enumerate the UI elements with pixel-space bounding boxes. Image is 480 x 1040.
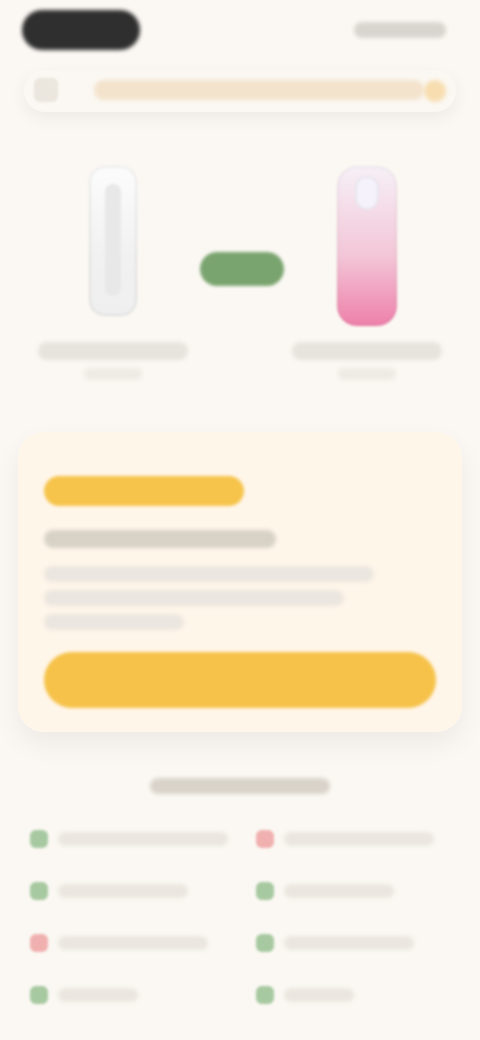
- features-grid: [24, 820, 456, 1030]
- feature-label: [284, 936, 414, 950]
- check-icon: [30, 830, 48, 848]
- feature-item: [24, 820, 230, 860]
- feature-label: [284, 884, 394, 898]
- back-icon[interactable]: [34, 78, 58, 102]
- product-comparison: [0, 140, 480, 400]
- promo-description-line: [44, 614, 184, 630]
- product-image-right: [337, 166, 397, 326]
- check-icon: [30, 986, 48, 1004]
- features-row: [24, 924, 456, 964]
- status-indicators: [354, 22, 446, 38]
- product-name-right: [292, 342, 442, 360]
- feature-item: [250, 872, 456, 912]
- product-subtitle-left: [84, 368, 142, 380]
- product-image-left: [89, 166, 137, 316]
- feature-label: [58, 936, 208, 950]
- promo-card: [18, 432, 462, 732]
- feature-label: [58, 884, 188, 898]
- promo-description-line: [44, 590, 344, 606]
- product-name-left: [38, 342, 188, 360]
- feature-label: [58, 988, 138, 1002]
- product-card-left[interactable]: [28, 156, 198, 386]
- feature-label: [284, 988, 354, 1002]
- search-input[interactable]: [94, 80, 424, 100]
- check-icon: [30, 882, 48, 900]
- check-icon: [256, 934, 274, 952]
- status-bar: [0, 0, 480, 64]
- features-row: [24, 976, 456, 1016]
- check-icon: [256, 986, 274, 1004]
- promo-description-line: [44, 566, 374, 582]
- cross-icon: [30, 934, 48, 952]
- promo-badge: [44, 476, 244, 506]
- product-card-right[interactable]: [282, 156, 452, 386]
- product-subtitle-right: [338, 368, 396, 380]
- heart-icon[interactable]: [424, 80, 446, 102]
- promo-cta-button[interactable]: [44, 652, 436, 708]
- feature-item: [24, 872, 230, 912]
- cross-icon: [256, 830, 274, 848]
- feature-label: [58, 832, 228, 846]
- vs-badge: [200, 252, 284, 286]
- feature-item: [24, 976, 230, 1016]
- promo-title: [44, 530, 276, 548]
- check-icon: [256, 882, 274, 900]
- feature-item: [250, 924, 456, 964]
- feature-label: [284, 832, 434, 846]
- feature-item: [250, 976, 456, 1016]
- features-section-title: [150, 778, 330, 794]
- top-search-bar[interactable]: [24, 70, 456, 112]
- features-row: [24, 820, 456, 860]
- feature-item: [250, 820, 456, 860]
- feature-item: [24, 924, 230, 964]
- features-row: [24, 872, 456, 912]
- status-pill: [22, 10, 140, 50]
